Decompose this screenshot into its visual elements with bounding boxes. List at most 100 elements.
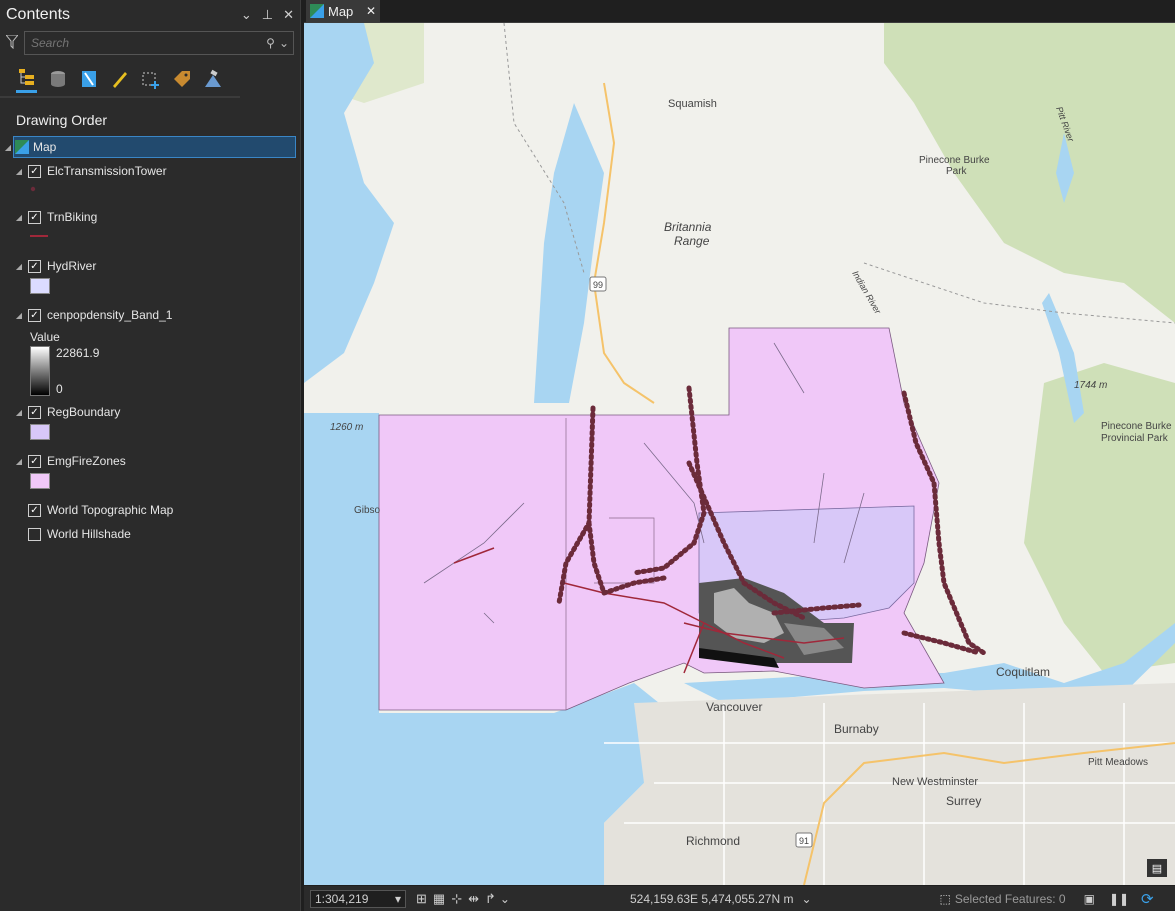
filter-icon[interactable] [4, 34, 20, 51]
layer-row[interactable]: ◢ ✓ cenpopdensity_Band_1 [14, 304, 173, 326]
close-icon[interactable]: ✕ [283, 7, 294, 23]
river-fill-symbol [30, 278, 50, 294]
map-label-pinecone-burke-prov: Pinecone Burke [1101, 421, 1172, 432]
map-canvas[interactable]: Squamish Britannia Range Pinecone Burke … [304, 23, 1175, 885]
map-icon [15, 140, 29, 154]
layer-name: EmgFireZones [47, 454, 126, 468]
layer-checkbox[interactable]: ✓ [28, 308, 41, 322]
map-label-richmond: Richmond [686, 834, 740, 848]
map-label-pinecone-burke: Pinecone Burke [919, 155, 990, 166]
layer-checkbox[interactable]: ✓ [28, 454, 41, 468]
grid-icon[interactable]: ⊞ [416, 891, 427, 907]
layer-name: World Hillshade [47, 527, 131, 541]
search-input[interactable] [29, 35, 263, 51]
map-label-britannia: Britannia [664, 220, 712, 234]
scale-value: 1:304,219 [315, 891, 369, 906]
close-tab-icon[interactable]: ✕ [366, 4, 376, 18]
layer-row[interactable]: ◢ ✓ TrnBiking [14, 206, 97, 228]
chevron-down-icon[interactable]: ⌄ [500, 892, 510, 906]
expand-icon[interactable]: ◢ [14, 408, 24, 417]
highway-91-shield: 91 [799, 836, 809, 846]
map-tab-bar: Map ✕ [304, 0, 1175, 23]
contents-header: Contents ⌄ ⊥ ✕ [0, 0, 300, 30]
boundary-fill-symbol [30, 424, 50, 440]
pause-icon[interactable]: ❚❚ [1109, 892, 1129, 906]
map-label-elev-1260: 1260 m [330, 422, 363, 433]
list-by-labeling-icon[interactable] [172, 68, 193, 90]
layer-row[interactable]: ◢ ✓ RegBoundary [14, 401, 120, 423]
chevron-down-icon[interactable]: ⌄ [241, 7, 252, 23]
layer-name: World Topographic Map [47, 503, 174, 517]
table-grid-icon[interactable]: ▦ [433, 891, 445, 907]
map-node-label: Map [33, 140, 57, 154]
constraint-icon[interactable]: ⇹ [468, 891, 479, 907]
layer-checkbox[interactable]: ✓ [28, 503, 41, 517]
pin-icon[interactable]: ⊥ [262, 7, 273, 23]
list-by-editing-icon[interactable] [109, 68, 130, 90]
selected-features[interactable]: Selected Features: 0 [955, 892, 1066, 906]
list-by-drawing-order-icon[interactable] [16, 66, 38, 93]
fire-zone-fill-symbol [30, 473, 50, 489]
map-label-elev-1744: 1744 m [1074, 380, 1107, 391]
layer-checkbox[interactable]: ✓ [28, 259, 41, 273]
map-label-vancouver: Vancouver [706, 700, 762, 714]
grayscale-ramp [30, 346, 50, 396]
layer-checkbox[interactable] [28, 527, 41, 541]
expand-icon[interactable]: ◢ [14, 457, 24, 466]
refresh-icon[interactable]: ⟳ [1141, 890, 1154, 908]
scale-dropdown[interactable]: 1:304,219 ▾ [310, 889, 406, 908]
map-label-range: Range [674, 234, 710, 248]
expand-icon[interactable]: ◢ [14, 262, 24, 271]
layer-checkbox[interactable]: ✓ [28, 405, 41, 419]
contents-pane: Contents ⌄ ⊥ ✕ ⚲ ⌄ [0, 0, 301, 911]
search-dropdown-icon[interactable]: ⌄ [279, 36, 289, 50]
expand-icon[interactable]: ◢ [14, 167, 24, 176]
transmission-tower-symbol [30, 186, 36, 192]
selection-icon: ⬚ [939, 891, 951, 906]
chevron-down-icon[interactable]: ▾ [395, 892, 401, 906]
search-icon[interactable]: ⚲ [266, 36, 275, 50]
map-node[interactable]: ◢ Map [5, 136, 296, 158]
list-by-selection-icon[interactable] [78, 68, 99, 90]
map-label-provincial-park: Provincial Park [1101, 433, 1169, 444]
layer-checkbox[interactable]: ✓ [28, 164, 41, 178]
highway-99-shield: 99 [593, 280, 603, 290]
layer-name: TrnBiking [47, 210, 98, 224]
map-label-surrey: Surrey [946, 794, 981, 808]
list-by-source-icon[interactable] [47, 68, 68, 90]
map-view[interactable]: Squamish Britannia Range Pinecone Burke … [304, 23, 1175, 885]
layer-name: RegBoundary [47, 405, 121, 419]
layer-row[interactable]: ✓ World Topographic Map [14, 499, 173, 521]
map-label-squamish: Squamish [668, 98, 717, 110]
layer-row[interactable]: ◢ ✓ EmgFireZones [14, 450, 126, 472]
map-overflow-icon[interactable]: ▤ [1147, 859, 1167, 877]
layer-checkbox[interactable]: ✓ [28, 210, 41, 224]
expand-icon[interactable]: ◢ [14, 213, 24, 222]
map-label-new-westminster: New Westminster [892, 776, 978, 788]
map-label-burnaby: Burnaby [834, 722, 879, 736]
list-by-snapping-icon[interactable] [141, 68, 162, 90]
layer-name: cenpopdensity_Band_1 [47, 308, 173, 322]
contents-toolbar [0, 56, 240, 98]
list-by-perspective-imagery-icon[interactable] [203, 68, 224, 90]
map-label-pitt-meadows: Pitt Meadows [1088, 757, 1148, 768]
layer-row[interactable]: ◢ ✓ HydRiver [14, 255, 96, 277]
raster-legend-heading: Value [30, 330, 60, 344]
north-arrow-icon[interactable]: ↱ [485, 891, 496, 907]
tab-map[interactable]: Map ✕ [306, 0, 380, 22]
coordinate-readout: 524,159.63E 5,474,055.27N m [629, 891, 794, 906]
raster-high-value: 22861.9 [56, 346, 100, 360]
layer-row[interactable]: ◢ ✓ ElcTransmissionTower [14, 160, 167, 182]
search-box: ⚲ ⌄ [24, 31, 294, 55]
status-bar: 1:304,219 ▾ ⊞ ▦ ⊹ ⇹ ↱ ⌄ 524,159.63E 5,47… [304, 886, 1175, 911]
layer-row[interactable]: World Hillshade [14, 523, 131, 545]
snapping-icon[interactable]: ⊹ [451, 891, 462, 907]
layer-name: ElcTransmissionTower [47, 164, 167, 178]
expand-icon[interactable]: ◢ [14, 311, 24, 320]
coordinate-units-chevron-icon[interactable]: ⌄ [801, 892, 811, 906]
layer-name: HydRiver [47, 259, 97, 273]
refresh-layers-icon[interactable]: ▣ [1084, 892, 1095, 906]
map-icon [310, 4, 324, 18]
tab-map-label: Map [328, 3, 354, 19]
expand-map-icon[interactable]: ◢ [3, 143, 13, 152]
